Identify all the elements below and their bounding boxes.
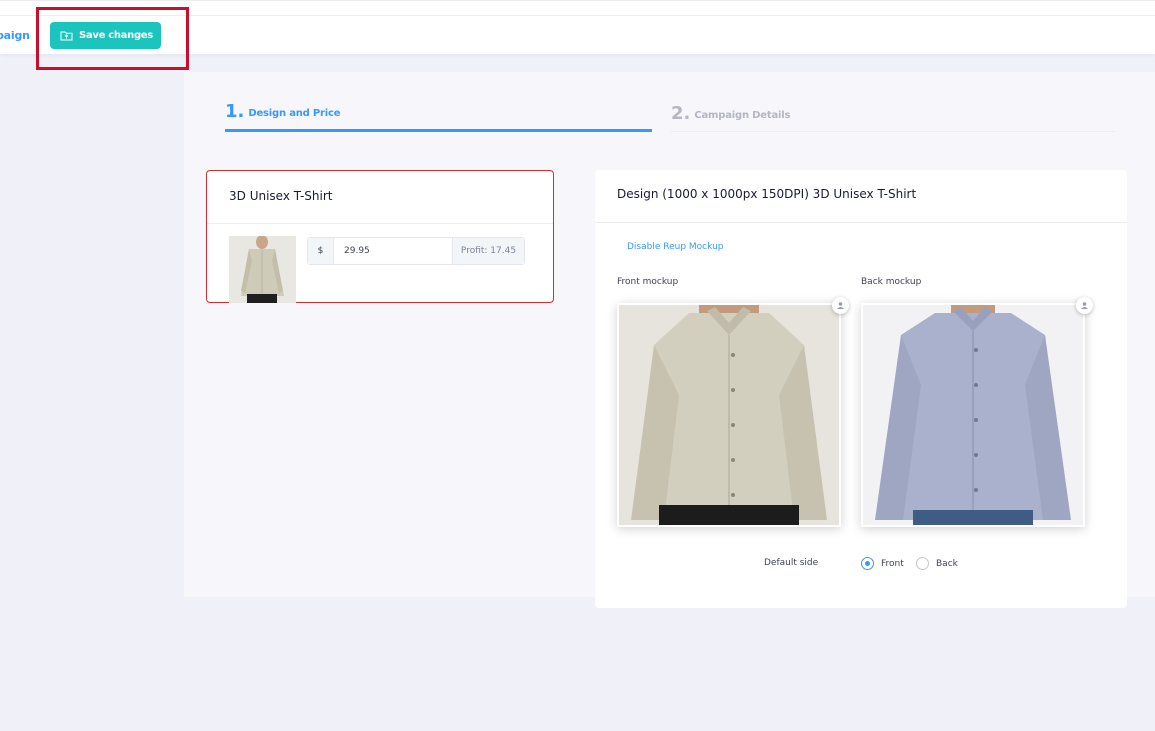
front-upload-icon[interactable]: [832, 297, 849, 314]
price-input[interactable]: 29.95: [334, 238, 452, 264]
step-label: Campaign Details: [694, 110, 791, 121]
step-design-and-price[interactable]: 1. Design and Price: [225, 98, 652, 132]
default-side-label: Default side: [764, 558, 819, 568]
radio-back-label: Back: [936, 558, 958, 569]
back-shirt-image: [863, 305, 1083, 525]
radio-selected-icon[interactable]: [861, 557, 874, 570]
user-upload-icon: [1081, 302, 1088, 309]
radio-unselected-icon[interactable]: [916, 557, 929, 570]
highlight-annotation: [36, 7, 189, 70]
back-upload-icon[interactable]: [1076, 297, 1093, 314]
radio-back[interactable]: Back: [916, 557, 958, 570]
step-label: Design and Price: [248, 108, 341, 119]
step-campaign-details[interactable]: 2. Campaign Details: [671, 98, 1115, 132]
radio-front[interactable]: Front: [861, 557, 904, 570]
product-thumbnail: [229, 236, 296, 303]
back-to-campaign-link[interactable]: paign: [0, 29, 30, 42]
shirt-thumbnail-image: [229, 236, 296, 303]
back-mockup-image[interactable]: [861, 303, 1085, 527]
design-card: Design (1000 x 1000px 150DPI) 3D Unisex …: [595, 170, 1127, 608]
wizard-steps: 1. Design and Price 2. Campaign Details: [225, 98, 1115, 132]
front-shirt-image: [619, 305, 839, 525]
user-upload-icon: [837, 302, 844, 309]
front-mockup-label: Front mockup: [617, 277, 679, 287]
product-title: 3D Unisex T-Shirt: [207, 171, 553, 224]
profit-addon: Profit: 17.45: [452, 238, 524, 264]
price-input-group: $ 29.95 Profit: 17.45: [307, 237, 525, 265]
disable-reup-mockup-link[interactable]: Disable Reup Mockup: [627, 242, 723, 252]
currency-addon: $: [308, 238, 334, 264]
radio-front-label: Front: [881, 558, 904, 569]
step-number: 1.: [225, 101, 245, 122]
back-mockup-label: Back mockup: [861, 277, 922, 287]
product-card[interactable]: 3D Unisex T-Shirt $ 29.95 Profit: 17.45: [206, 170, 554, 303]
front-mockup-image[interactable]: [617, 303, 841, 527]
step-number: 2.: [671, 103, 691, 124]
design-title: Design (1000 x 1000px 150DPI) 3D Unisex …: [595, 170, 1127, 223]
